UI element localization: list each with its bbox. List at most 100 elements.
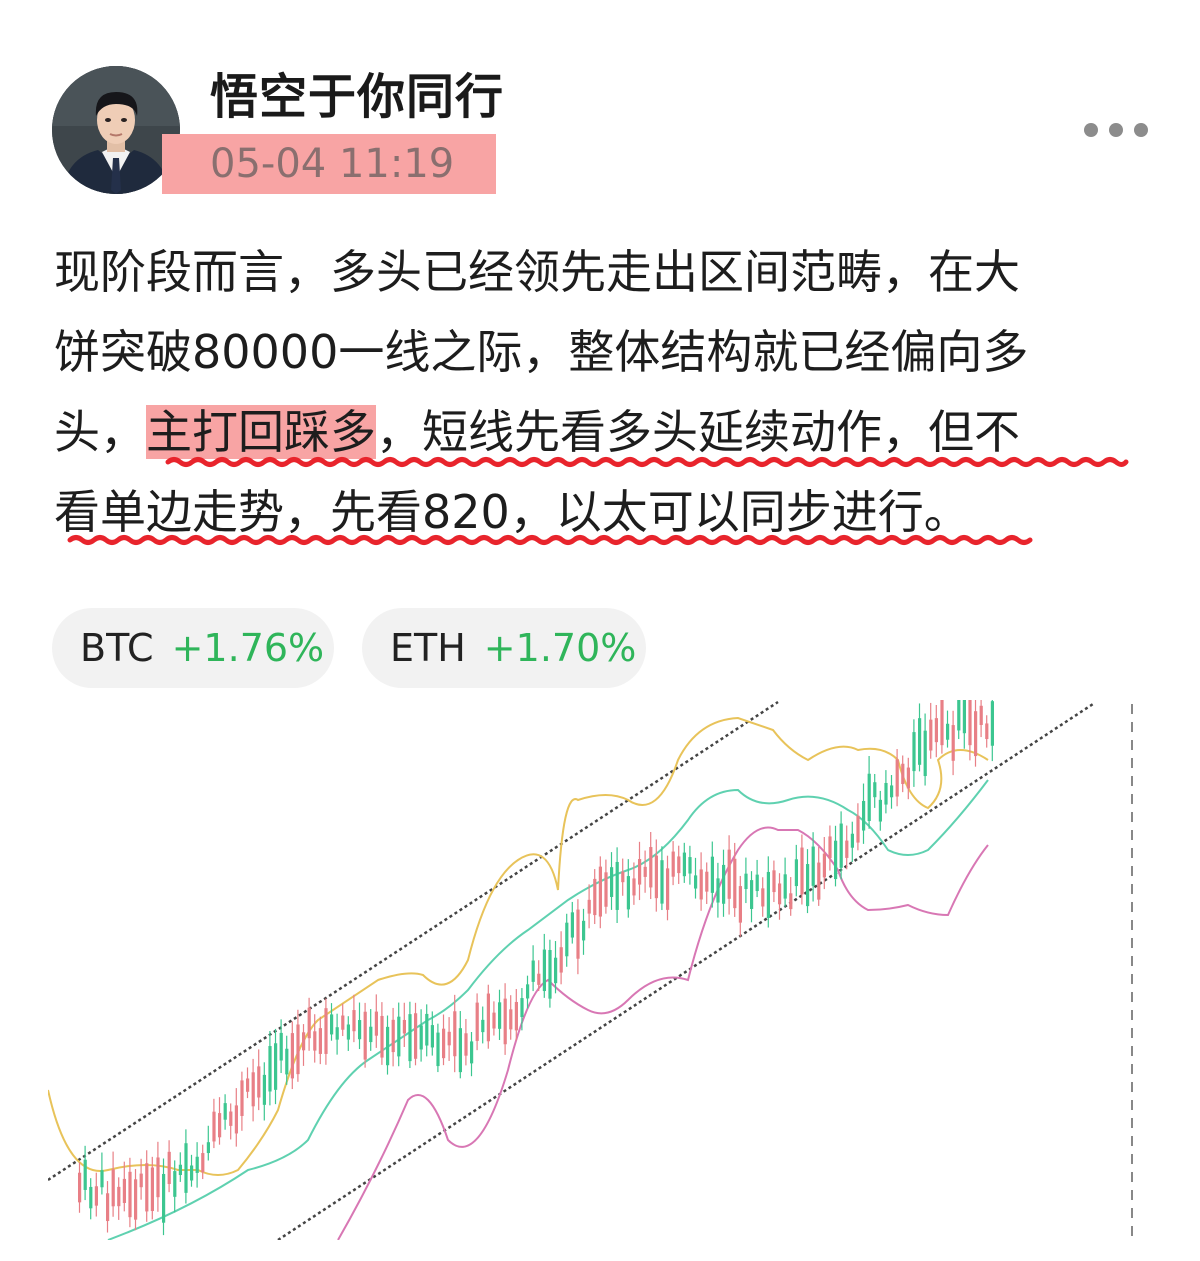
candle-body xyxy=(481,1019,485,1033)
candle-body xyxy=(302,1032,306,1051)
chart-image[interactable] xyxy=(48,700,1144,1240)
candle-body xyxy=(458,1028,462,1073)
candle-body xyxy=(307,1007,311,1039)
candle-body xyxy=(867,773,871,822)
candle-body xyxy=(800,847,804,895)
candle-body xyxy=(570,912,574,938)
candle-body xyxy=(912,732,916,772)
candle-body xyxy=(531,960,535,982)
ticker-btc[interactable]: BTC +1.76% xyxy=(52,608,334,688)
candle-body xyxy=(694,875,698,889)
candle-body xyxy=(638,859,642,885)
candle-body xyxy=(229,1111,233,1126)
candle-body xyxy=(201,1153,205,1173)
candle-body xyxy=(313,1031,317,1051)
candle-body xyxy=(895,759,899,797)
candle-body xyxy=(593,878,597,916)
candle-body xyxy=(447,1031,451,1046)
candle-body xyxy=(425,1013,429,1046)
more-options-button[interactable] xyxy=(1080,112,1152,148)
candle-body xyxy=(582,920,586,941)
candle-body xyxy=(363,1011,367,1060)
candle-body xyxy=(268,1046,272,1092)
candle-body xyxy=(794,859,798,887)
candle-body xyxy=(537,973,541,985)
candle-body xyxy=(951,725,955,761)
candle-body xyxy=(554,957,558,984)
candle-body xyxy=(772,870,776,893)
candle-body xyxy=(134,1179,138,1220)
candle-body xyxy=(604,872,608,907)
candle-body xyxy=(929,719,933,751)
post-line: 看单边走势，先看820，以太可以同步进行。 xyxy=(54,485,970,539)
candle-body xyxy=(279,1032,283,1061)
candle-body xyxy=(862,800,866,831)
candle-body xyxy=(251,1072,255,1107)
candle-body xyxy=(391,1019,395,1053)
candlestick-chart-picture xyxy=(48,700,1133,1240)
candle-body xyxy=(408,1014,412,1062)
candle-body xyxy=(789,893,793,910)
candle-body xyxy=(755,874,759,892)
candle-body xyxy=(419,1025,423,1050)
candle-body xyxy=(128,1171,132,1218)
post-timestamp: 05-04 11:19 xyxy=(210,141,455,187)
candle-body xyxy=(330,1014,334,1035)
bollinger-middle-band xyxy=(107,779,989,1240)
candle-body xyxy=(923,730,927,777)
candle-body xyxy=(710,856,714,893)
candle-body xyxy=(436,1032,440,1067)
candle-body xyxy=(139,1173,143,1188)
candle-body xyxy=(470,1041,474,1064)
author-name[interactable]: 悟空于你同行 xyxy=(210,66,504,128)
candle-body xyxy=(626,876,630,910)
post-line: 现阶段而言，多头已经领先走出区间范畴，在大 xyxy=(54,245,1020,299)
candle-body xyxy=(744,873,748,890)
candle-body xyxy=(559,947,563,973)
candle-body xyxy=(705,871,709,892)
candle-body xyxy=(145,1163,149,1212)
candle-body xyxy=(778,883,782,905)
candle-body xyxy=(649,847,653,888)
candle-body xyxy=(828,836,832,859)
candle-body xyxy=(156,1157,160,1198)
candle-body xyxy=(806,864,810,907)
candle-body xyxy=(380,1015,384,1058)
candle-body xyxy=(526,984,530,999)
candle-body xyxy=(430,1025,434,1048)
candle-body xyxy=(218,1113,222,1138)
highlighted-text: 主打回踩多 xyxy=(146,405,376,459)
candle-body xyxy=(688,857,692,874)
candle-body xyxy=(682,852,686,877)
candle-body xyxy=(190,1165,194,1181)
post-line: 饼突破80000一线之际，整体结构就已经偏向多 xyxy=(54,325,1029,379)
candle-body xyxy=(150,1167,154,1212)
candle-body xyxy=(856,815,860,843)
candle-body xyxy=(397,1016,401,1057)
candle-body xyxy=(346,1024,350,1040)
candle-body xyxy=(722,864,726,904)
candle-body xyxy=(111,1169,115,1207)
ticker-change: +1.70% xyxy=(483,626,637,670)
candle-body xyxy=(324,1008,328,1054)
candle-body xyxy=(565,922,569,957)
candle-body xyxy=(503,998,507,1045)
ticker-symbol: ETH xyxy=(390,626,466,670)
candle-body xyxy=(716,878,720,903)
ticker-eth[interactable]: ETH +1.70% xyxy=(362,608,646,688)
candle-body xyxy=(643,866,647,877)
candle-body xyxy=(274,1043,278,1090)
candle-body xyxy=(666,868,670,910)
author-avatar[interactable] xyxy=(52,66,180,194)
candle-body xyxy=(402,1019,406,1034)
candle-body xyxy=(884,782,888,805)
candle-body xyxy=(850,833,854,848)
candle-body xyxy=(962,700,966,734)
candle-body xyxy=(761,888,765,907)
candle-body xyxy=(968,700,972,746)
candle-body xyxy=(990,701,994,746)
candle-body xyxy=(727,849,731,899)
candle-body xyxy=(246,1078,250,1092)
candle-body xyxy=(184,1143,188,1193)
candle-body xyxy=(974,711,978,757)
